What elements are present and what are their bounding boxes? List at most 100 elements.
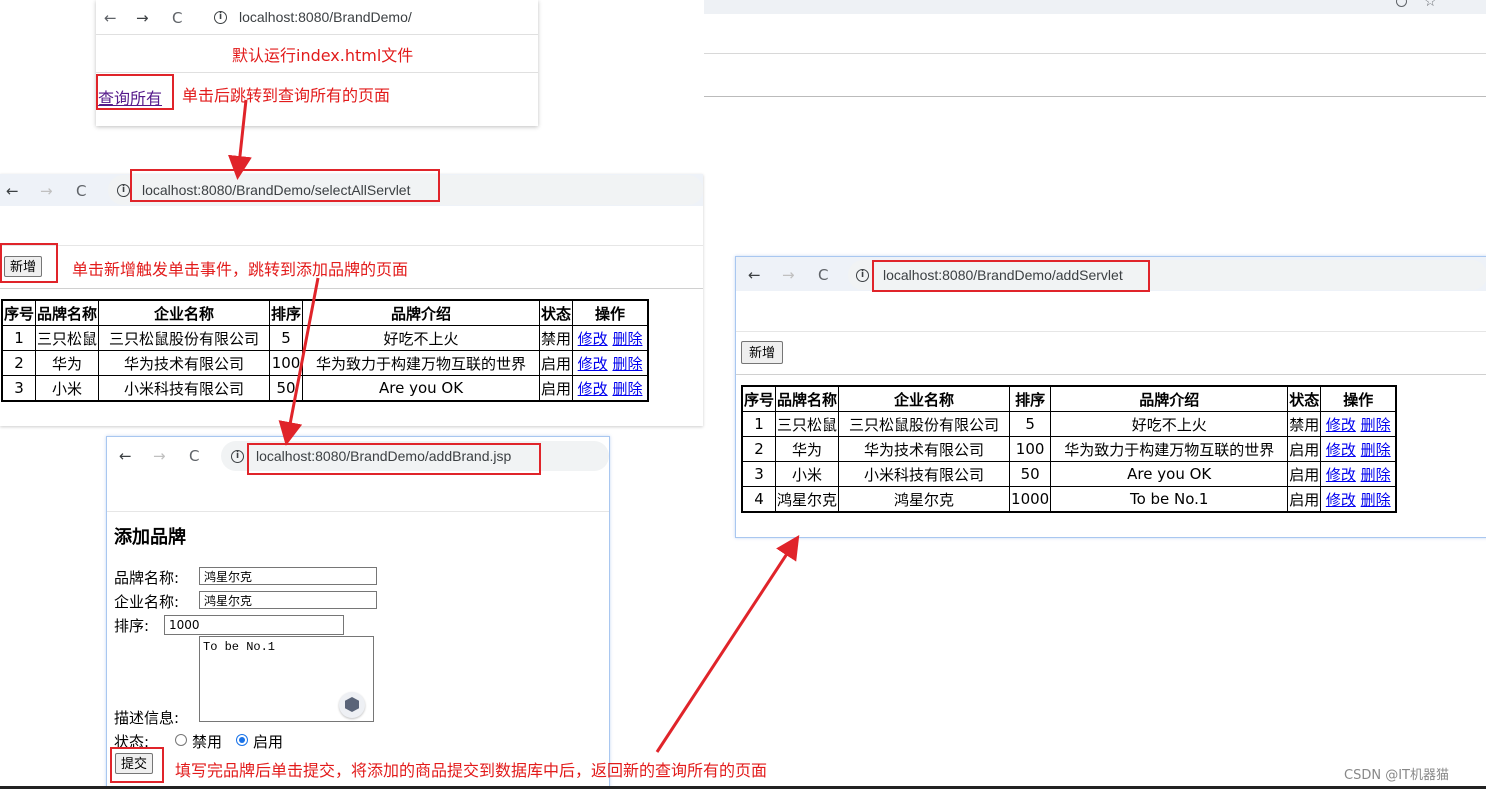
cell-description: Are you OK: [1050, 461, 1289, 487]
table-row: 2 华为 华为技术有限公司 100 华为致力于构建万物互联的世界 启用 修改 删…: [1, 350, 649, 376]
column-header: 状态: [1287, 385, 1322, 412]
reload-icon[interactable]: C: [76, 183, 86, 199]
site-info-icon[interactable]: i: [856, 269, 869, 282]
edit-link[interactable]: 修改: [578, 330, 608, 348]
column-header: 序号: [1, 299, 37, 326]
cell-brand-name: 三只松鼠: [775, 411, 840, 437]
delete-link[interactable]: 删除: [1361, 466, 1391, 484]
cell-company-name: 小米科技有限公司: [838, 461, 1011, 487]
address-url[interactable]: localhost:8080/BrandDemo/: [239, 9, 412, 25]
highlight-url: [130, 169, 440, 202]
add-button[interactable]: 新增: [741, 341, 783, 364]
grammar-assistant-icon[interactable]: [339, 692, 365, 718]
site-info-icon[interactable]: i: [231, 450, 244, 463]
table-row: 3 小米 小米科技有限公司 50 Are you OK 启用 修改 删除: [741, 461, 1397, 487]
cell-ordered: 100: [1009, 436, 1052, 462]
background-divider-1: [704, 53, 1486, 54]
table-header-row: 序号 品牌名称 企业名称 排序 品牌介绍 状态 操作: [1, 299, 649, 326]
edit-link[interactable]: 修改: [578, 380, 608, 398]
highlight-url: [872, 260, 1150, 292]
cell-brand-name: 小米: [775, 461, 840, 487]
column-header: 企业名称: [838, 385, 1011, 412]
content-divider: [107, 511, 609, 512]
browser-window-add-servlet: ← → C i localhost:8080/BrandDemo/addServ…: [735, 256, 1486, 538]
status-enabled-radio[interactable]: [236, 734, 248, 746]
forward-arrow-icon[interactable]: →: [782, 267, 795, 283]
delete-link[interactable]: 删除: [612, 355, 642, 373]
table-row: 1 三只松鼠 三只松鼠股份有限公司 5 好吃不上火 禁用 修改 删除: [741, 411, 1397, 437]
cell-description: To be No.1: [1050, 486, 1289, 513]
brand-table: 序号 品牌名称 企业名称 排序 品牌介绍 状态 操作 1 三只松鼠 三只松鼠股份…: [1, 299, 650, 402]
column-header: 企业名称: [98, 299, 271, 326]
delete-link[interactable]: 删除: [1361, 416, 1391, 434]
status-enabled-label: 启用: [253, 733, 284, 751]
forward-arrow-icon[interactable]: →: [153, 448, 166, 464]
edit-link[interactable]: 修改: [578, 355, 608, 373]
column-header: 状态: [539, 299, 574, 326]
back-arrow-icon[interactable]: ←: [748, 267, 761, 283]
cell-description: 华为致力于构建万物互联的世界: [302, 350, 541, 376]
cell-actions: 修改 删除: [1320, 411, 1397, 437]
cell-status: 启用: [1287, 461, 1322, 487]
column-header: 品牌名称: [775, 385, 840, 412]
reload-icon[interactable]: C: [172, 10, 182, 26]
cell-id: 1: [741, 411, 777, 437]
cell-company-name: 鸿星尔克: [838, 486, 1011, 513]
back-arrow-icon[interactable]: ←: [6, 183, 19, 199]
description-label: 描述信息:: [114, 709, 180, 727]
watermark: CSDN @IT机器猫: [1344, 768, 1449, 783]
forward-arrow-icon[interactable]: →: [40, 183, 53, 199]
cell-company-name: 三只松鼠股份有限公司: [98, 325, 271, 351]
cell-actions: 修改 删除: [572, 375, 649, 402]
company-name-label: 企业名称:: [114, 593, 180, 611]
annotation-add: 单击新增触发单击事件，跳转到添加品牌的页面: [72, 260, 409, 279]
table-row: 3 小米 小米科技有限公司 50 Are you OK 启用 修改 删除: [1, 375, 649, 402]
back-arrow-icon[interactable]: ←: [119, 448, 132, 464]
column-header: 品牌名称: [35, 299, 100, 326]
cell-brand-name: 鸿星尔克: [775, 486, 840, 513]
company-name-input[interactable]: 鸿星尔克: [199, 591, 377, 609]
edit-link[interactable]: 修改: [1326, 466, 1356, 484]
delete-link[interactable]: 删除: [1361, 491, 1391, 509]
cell-brand-name: 华为: [775, 436, 840, 462]
status-disabled-label: 禁用: [192, 733, 223, 751]
cell-company-name: 华为技术有限公司: [838, 436, 1011, 462]
edit-link[interactable]: 修改: [1326, 441, 1356, 459]
content-divider: [736, 331, 1486, 332]
cell-company-name: 三只松鼠股份有限公司: [838, 411, 1011, 437]
column-header: 排序: [269, 299, 304, 326]
cell-company-name: 小米科技有限公司: [98, 375, 271, 402]
back-arrow-icon[interactable]: ←: [104, 10, 117, 26]
content-divider-2: [736, 374, 1486, 375]
brand-name-input[interactable]: 鸿星尔克: [199, 567, 377, 585]
cell-actions: 修改 删除: [1320, 436, 1397, 462]
delete-link[interactable]: 删除: [1361, 441, 1391, 459]
reload-icon[interactable]: C: [189, 448, 199, 464]
forward-arrow-icon[interactable]: →: [136, 10, 149, 26]
cell-status: 启用: [539, 375, 574, 402]
background-browser-toolbar: [704, 0, 1486, 14]
cell-company-name: 华为技术有限公司: [98, 350, 271, 376]
browser-window-add-brand: ← → C i localhost:8080/BrandDemo/addBran…: [106, 436, 767, 788]
ordered-input[interactable]: 1000: [164, 615, 344, 635]
page-heading: 添加品牌: [114, 527, 186, 548]
edit-link[interactable]: 修改: [1326, 491, 1356, 509]
cell-description: 好吃不上火: [1050, 411, 1289, 437]
delete-link[interactable]: 删除: [612, 380, 642, 398]
status-disabled-radio[interactable]: [175, 734, 187, 746]
cell-ordered: 100: [269, 350, 304, 376]
site-info-icon[interactable]: i: [214, 11, 227, 24]
star-icon[interactable]: ☆: [1424, 0, 1437, 10]
reload-icon[interactable]: C: [818, 267, 828, 283]
site-info-icon[interactable]: i: [117, 184, 130, 197]
cell-description: Are you OK: [302, 375, 541, 402]
background-divider-2: [704, 96, 1486, 97]
cell-actions: 修改 删除: [1320, 486, 1397, 513]
toolbar-divider: [96, 34, 538, 35]
browser-window-select-all: ← → C i localhost:8080/BrandDemo/selectA…: [0, 169, 703, 426]
annotation-default-file: 默认运行index.html文件: [232, 46, 414, 65]
delete-link[interactable]: 删除: [612, 330, 642, 348]
highlight-url: [247, 443, 541, 475]
cell-actions: 修改 删除: [572, 350, 649, 376]
edit-link[interactable]: 修改: [1326, 416, 1356, 434]
